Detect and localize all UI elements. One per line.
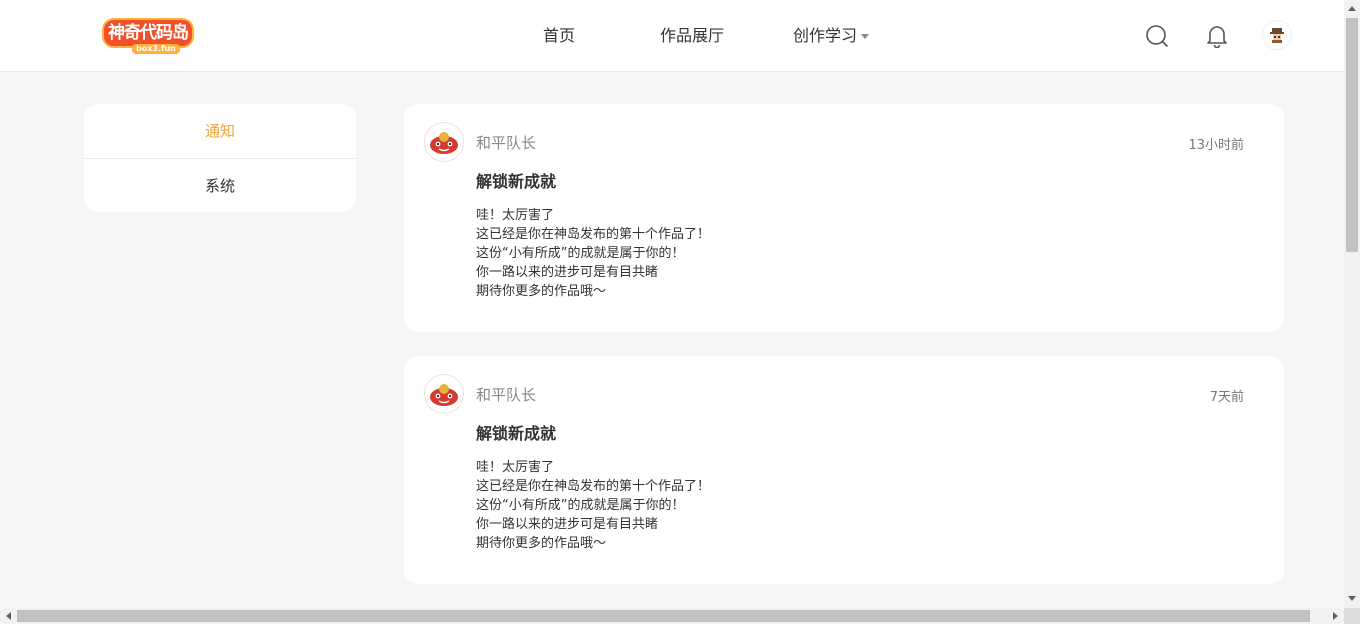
horizontal-scroll-thumb[interactable] — [17, 610, 1310, 622]
nav-gallery[interactable]: 作品展厅 — [660, 22, 724, 46]
notification-body: 哇！太厉害了 这已经是你在神岛发布的第十个作品了！ 这份“小有所成”的成就是属于… — [476, 458, 710, 553]
notification-title: 解锁新成就 — [476, 172, 557, 191]
nav-home[interactable]: 首页 — [543, 22, 575, 46]
body-line: 哇！太厉害了 — [476, 460, 555, 475]
nav-learn-label: 创作学习 — [793, 26, 858, 45]
notification-sidebar: 通知 系统 — [84, 104, 356, 212]
sidebar-item-notice[interactable]: 通知 — [84, 104, 356, 159]
vertical-scroll-thumb[interactable] — [1346, 18, 1358, 252]
bell-icon[interactable] — [1206, 24, 1228, 49]
notification-time: 7天前 — [1209, 390, 1244, 405]
body-line: 期待你更多的作品哦～ — [476, 284, 607, 299]
nav-learn[interactable]: 创作学习 — [793, 22, 870, 46]
body-line: 期待你更多的作品哦～ — [476, 536, 607, 551]
search-icon[interactable] — [1145, 24, 1169, 48]
sidebar-item-system[interactable]: 系统 — [84, 159, 356, 212]
notification-title: 解锁新成就 — [476, 424, 557, 443]
body-line: 这份“小有所成”的成就是属于你的！ — [476, 246, 685, 261]
scroll-down-arrow-icon[interactable] — [1348, 596, 1356, 601]
body-line: 这已经是你在神岛发布的第十个作品了！ — [476, 227, 711, 242]
notification-time: 13小时前 — [1188, 138, 1244, 153]
top-header: 神奇代码岛 box3.fun 首页 作品展厅 创作学习 — [0, 0, 1344, 72]
body-line: 你一路以来的进步可是有目共睹 — [476, 517, 659, 532]
body-line: 这份“小有所成”的成就是属于你的！ — [476, 498, 685, 513]
body-line: 这已经是你在神岛发布的第十个作品了！ — [476, 479, 711, 494]
chevron-down-icon — [861, 34, 870, 39]
notification-body: 哇！太厉害了 这已经是你在神岛发布的第十个作品了！ 这份“小有所成”的成就是属于… — [476, 206, 710, 301]
body-line: 哇！太厉害了 — [476, 208, 555, 223]
notification-card: 和平队长 7天前 解锁新成就 哇！太厉害了 这已经是你在神岛发布的第十个作品了！… — [404, 356, 1284, 584]
logo-subtext: box3.fun — [132, 44, 180, 54]
horizontal-scrollbar[interactable] — [0, 608, 1344, 624]
sender-name: 和平队长 — [476, 134, 537, 152]
scroll-right-arrow-icon[interactable] — [1333, 612, 1338, 620]
scroll-up-arrow-icon[interactable] — [1348, 6, 1356, 11]
scroll-left-arrow-icon[interactable] — [6, 612, 11, 620]
sender-name: 和平队长 — [476, 386, 537, 404]
logo-text: 神奇代码岛 — [104, 20, 192, 46]
body-line: 你一路以来的进步可是有目共睹 — [476, 265, 659, 280]
user-avatar[interactable] — [1262, 20, 1292, 50]
scrollbar-corner — [1344, 608, 1360, 624]
sender-avatar — [424, 122, 464, 162]
notification-card: 和平队长 13小时前 解锁新成就 哇！太厉害了 这已经是你在神岛发布的第十个作品… — [404, 104, 1284, 332]
vertical-scrollbar[interactable] — [1344, 0, 1360, 608]
sender-avatar — [424, 374, 464, 414]
site-logo[interactable]: 神奇代码岛 box3.fun — [104, 18, 200, 54]
